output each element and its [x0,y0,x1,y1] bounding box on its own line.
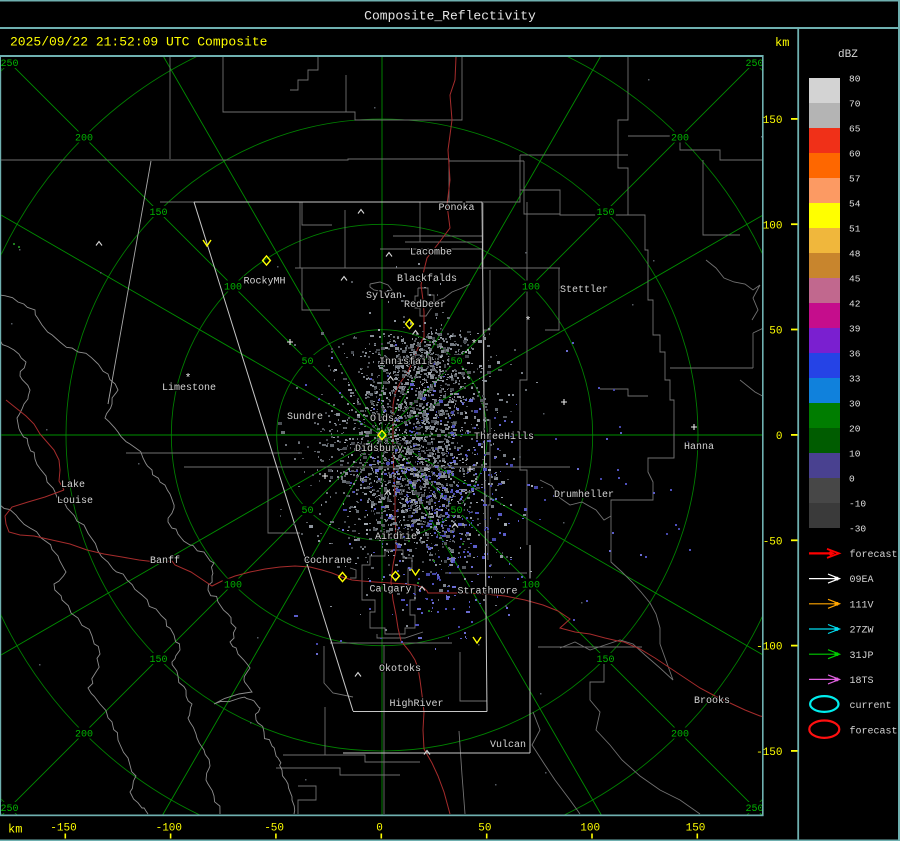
svg-text:0: 0 [776,431,783,443]
svg-text:-100: -100 [756,642,782,654]
svg-text:-150: -150 [50,823,76,835]
svg-text:0: 0 [376,823,383,835]
svg-text:65: 65 [849,124,861,135]
svg-text:150: 150 [149,655,167,666]
svg-text:-30: -30 [849,524,866,535]
svg-text:250: 250 [745,804,763,815]
svg-text:50: 50 [450,357,462,368]
svg-text:Didsbury: Didsbury [355,443,403,455]
svg-text:51: 51 [849,224,861,235]
svg-text:dBZ: dBZ [838,49,858,61]
svg-text:Strathmore: Strathmore [458,586,518,598]
svg-text:200: 200 [75,730,93,741]
svg-text:50: 50 [301,357,313,368]
svg-text:100: 100 [580,823,600,835]
svg-text:ThreeHills: ThreeHills [474,431,534,443]
svg-text:forecast: forecast [850,725,898,737]
svg-text:Blackfalds: Blackfalds [397,273,457,285]
svg-text:-100: -100 [156,823,182,835]
svg-text:Ponoka: Ponoka [439,202,475,214]
svg-text:50: 50 [769,326,782,338]
svg-text:150: 150 [596,208,614,219]
svg-text:31JP: 31JP [850,651,874,662]
svg-text:*: * [185,373,192,385]
svg-text:150: 150 [763,115,783,127]
svg-text:Okotoks: Okotoks [379,663,421,675]
svg-text:Innisfail: Innisfail [379,356,433,368]
svg-text:150: 150 [686,823,706,835]
svg-text:33: 33 [849,374,861,385]
svg-text:60: 60 [849,149,861,160]
svg-text:Sylvan: Sylvan [366,290,402,302]
svg-text:current: current [850,701,892,712]
svg-text:Lacombe: Lacombe [410,247,452,259]
svg-text:39: 39 [849,324,861,335]
svg-text:36: 36 [849,349,861,360]
svg-text:km: km [8,823,22,837]
svg-text:50: 50 [450,506,462,517]
svg-text:Banff: Banff [150,555,180,567]
svg-text:150: 150 [149,208,167,219]
svg-text:Hanna: Hanna [684,442,714,453]
svg-text:0: 0 [849,474,855,485]
svg-text:250: 250 [0,804,18,815]
svg-text:48: 48 [849,249,861,260]
svg-text:20: 20 [849,424,861,435]
svg-text:-10: -10 [849,499,866,510]
svg-text:30: 30 [849,399,861,410]
svg-text:-50: -50 [264,823,284,835]
svg-text:27ZW: 27ZW [850,626,874,637]
svg-text:250: 250 [745,59,763,70]
svg-text:Brooks: Brooks [694,695,730,707]
svg-text:Vulcan: Vulcan [490,739,526,751]
svg-text:*: * [525,316,532,328]
svg-text:RedDeer: RedDeer [404,299,446,311]
svg-text:57: 57 [849,174,860,185]
svg-text:100: 100 [224,581,242,592]
svg-text:*: * [471,339,478,351]
svg-text:-150: -150 [756,747,782,759]
svg-text:111V: 111V [850,600,874,611]
svg-text:200: 200 [671,730,689,741]
svg-text:forecast: forecast [850,549,898,561]
svg-text:Stettler: Stettler [560,284,608,296]
svg-text:150: 150 [596,655,614,666]
svg-text:45: 45 [849,274,861,285]
svg-text:Composite_Reflectivity: Composite_Reflectivity [364,9,536,24]
svg-text:Lake: Lake [61,479,85,491]
svg-text:Cochrane: Cochrane [304,555,352,567]
svg-text:Airdrie: Airdrie [375,531,417,543]
svg-text:-50: -50 [763,536,783,548]
svg-text:100: 100 [763,220,783,232]
svg-text:50: 50 [301,506,313,517]
svg-text:80: 80 [849,74,861,85]
svg-text:50: 50 [478,823,491,835]
svg-text:2025/09/22 21:52:09 UTC Compos: 2025/09/22 21:52:09 UTC Composite [10,35,267,50]
svg-text:Olds: Olds [370,413,394,425]
svg-text:42: 42 [849,299,861,310]
svg-text:10: 10 [849,449,861,460]
svg-text:54: 54 [849,199,861,210]
svg-text:200: 200 [75,134,93,145]
svg-text:18TS: 18TS [850,676,874,687]
svg-text:100: 100 [224,283,242,294]
svg-text:Drumheller: Drumheller [554,489,614,501]
svg-text:100: 100 [522,283,540,294]
svg-text:km: km [775,36,789,50]
svg-text:09EA: 09EA [850,575,874,586]
svg-text:200: 200 [671,134,689,145]
svg-text:100: 100 [522,581,540,592]
svg-text:RockyMH: RockyMH [244,276,286,288]
svg-text:Calgary: Calgary [370,584,412,596]
svg-text:250: 250 [0,59,18,70]
svg-text:70: 70 [849,99,861,110]
svg-text:HighRiver: HighRiver [390,698,444,710]
svg-text:Louise: Louise [57,495,93,507]
svg-text:Sundre: Sundre [287,411,323,423]
